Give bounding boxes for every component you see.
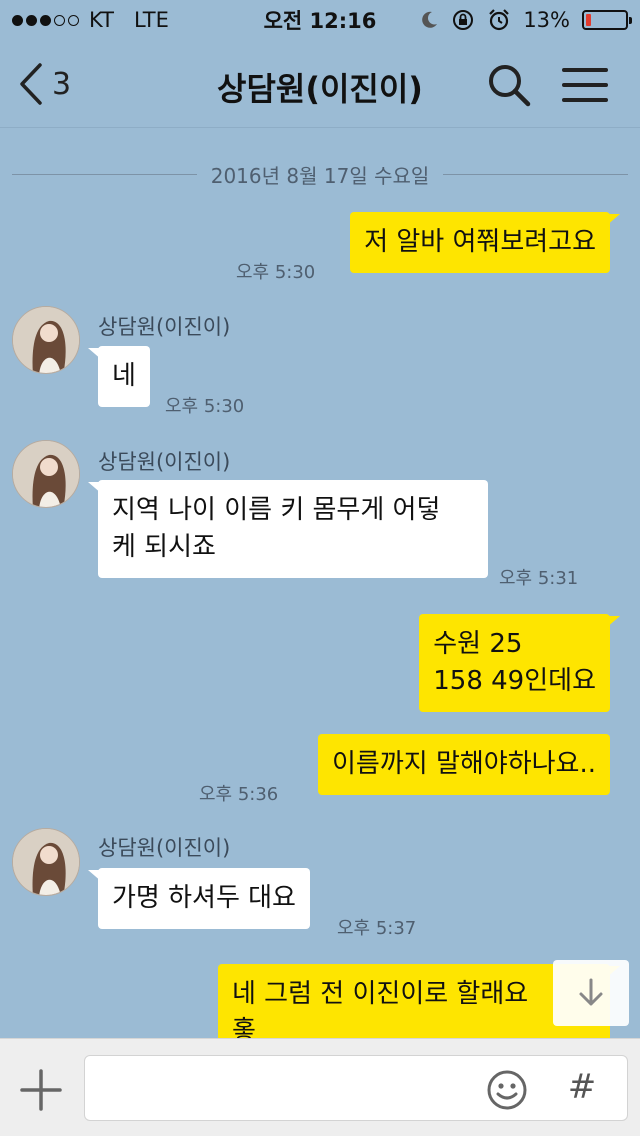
other-message-bubble[interactable]: 지역 나이 이름 키 몸무게 어덯 케 되시죠: [88, 480, 488, 578]
emoji-icon: [487, 1070, 527, 1110]
sender-name: 상담원(이진이): [98, 450, 231, 474]
unread-count: 3: [52, 66, 72, 102]
signal-strength-icon: [12, 14, 79, 26]
message-time: 오후 5:36: [199, 784, 279, 805]
back-chevron-icon: [20, 63, 42, 105]
message-input[interactable]: [84, 1055, 628, 1121]
my-message-bubble[interactable]: 네 그럼 전 이진이로 할래요 홓: [218, 964, 620, 1038]
back-button[interactable]: 3: [18, 58, 71, 110]
date-divider: 2016년 8월 17일 수요일: [12, 161, 629, 188]
sender-name: 상담원(이진이): [98, 315, 231, 339]
battery-level: [586, 14, 591, 26]
chat-header: 3 상담원(이진이): [0, 40, 640, 128]
status-bar: KT LTE 오전 12:16 13%: [0, 0, 640, 40]
battery-percent: 13%: [523, 8, 570, 32]
date-label: 2016년 8월 17일 수요일: [210, 163, 430, 188]
status-right: 13%: [419, 8, 632, 32]
menu-icon[interactable]: [562, 68, 608, 102]
input-bar: #: [0, 1038, 640, 1136]
my-message-bubble[interactable]: 이름까지 말해야하나요..: [318, 734, 610, 795]
status-left: KT LTE: [12, 8, 169, 32]
emoji-button[interactable]: [486, 1069, 528, 1111]
other-message-bubble[interactable]: 가명 하셔두 대요: [88, 868, 310, 929]
orientation-lock-icon: [453, 10, 474, 30]
scroll-to-bottom-button[interactable]: [553, 960, 629, 1026]
search-icon: [489, 65, 531, 107]
moon-icon: [422, 11, 438, 28]
plus-icon: [20, 1069, 62, 1111]
carrier-label: KT: [89, 8, 114, 32]
network-label: LTE: [133, 8, 169, 32]
my-message-bubble[interactable]: 수원 25 158 49인데요: [419, 614, 620, 712]
message-time: 오후 5:30: [236, 262, 316, 283]
my-message-bubble[interactable]: 저 알바 여쭤보려고요: [350, 212, 620, 273]
message-time: 오후 5:31: [499, 568, 579, 589]
chat-title: 상담원(이진이): [217, 70, 423, 108]
plus-button[interactable]: [18, 1067, 64, 1113]
message-time: 오후 5:30: [165, 396, 245, 417]
arrow-down-icon: [579, 978, 603, 1006]
hash-icon[interactable]: #: [562, 1067, 602, 1107]
sender-name: 상담원(이진이): [98, 836, 231, 860]
chat-area[interactable]: 2016년 8월 17일 수요일 저 알바 여쭤보려고요 오후 5:30 상담원…: [0, 129, 640, 1038]
other-message-bubble[interactable]: 네: [88, 346, 150, 407]
battery-icon: [582, 10, 632, 30]
message-time: 오후 5:37: [337, 918, 417, 939]
avatar[interactable]: [12, 828, 80, 896]
avatar[interactable]: [12, 306, 80, 374]
search-button[interactable]: [486, 62, 532, 108]
avatar[interactable]: [12, 440, 80, 508]
alarm-icon: [489, 9, 510, 31]
